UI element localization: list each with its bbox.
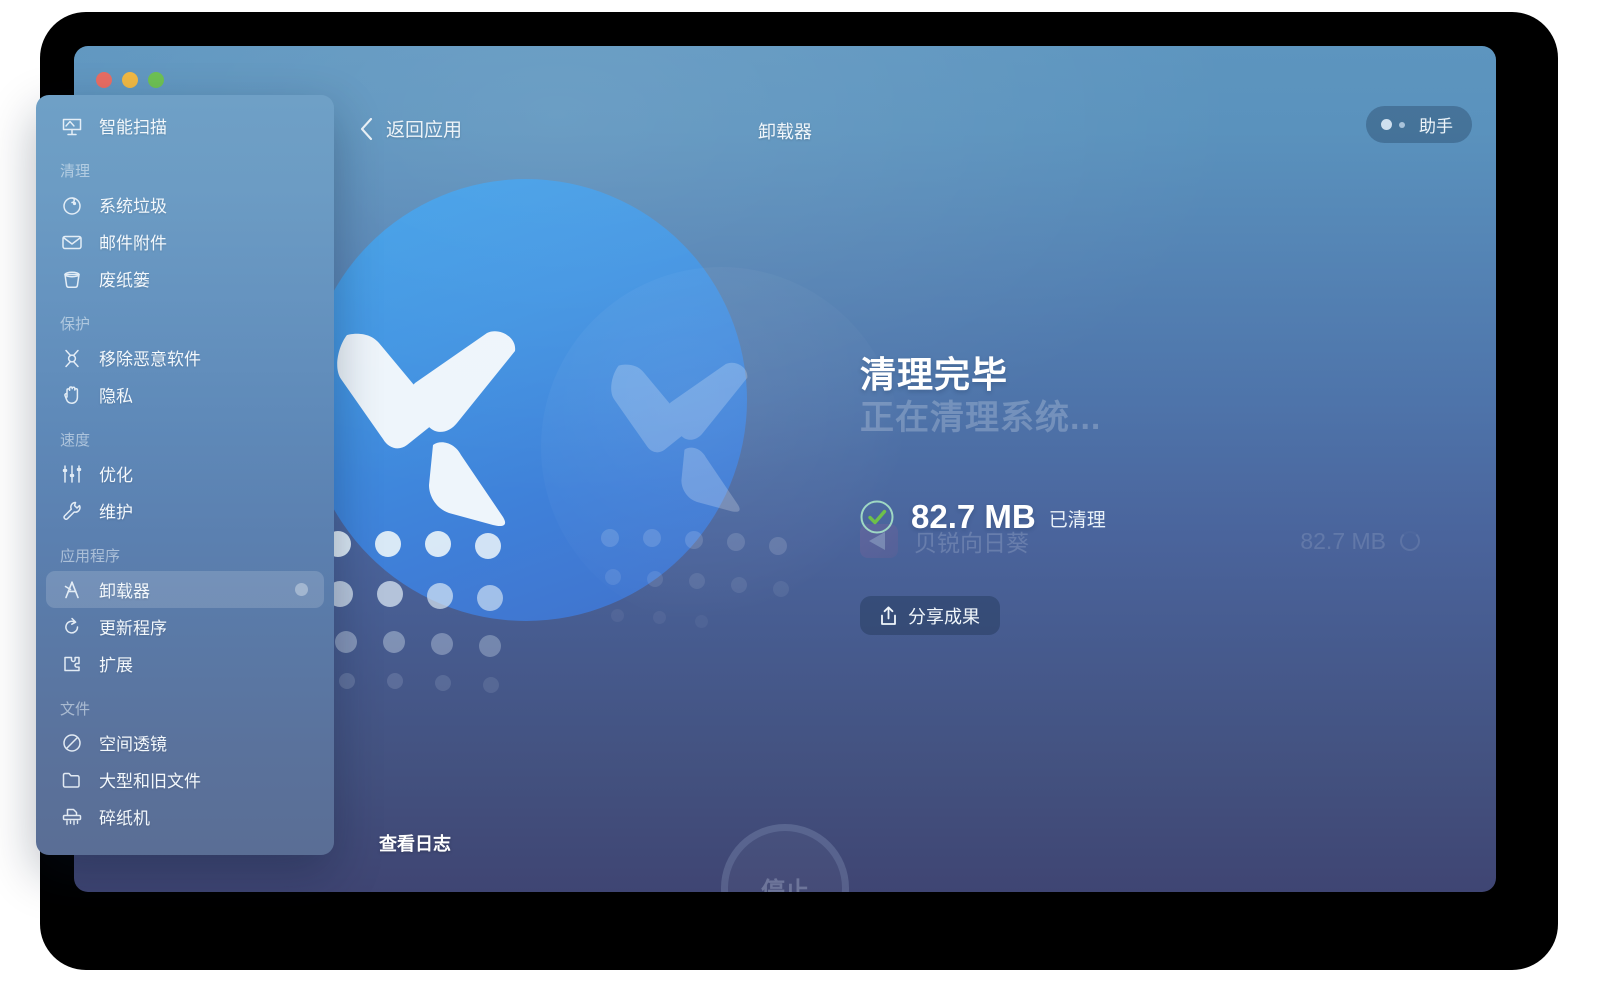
- sidebar-item-label: 移除恶意软件: [99, 350, 201, 369]
- trash-bin-icon: [60, 267, 84, 291]
- extensions-puzzle-icon: [60, 652, 84, 676]
- malware-removal-icon: [60, 346, 84, 370]
- traffic-lights: [96, 72, 164, 88]
- sidebar-item-label: 扩展: [99, 656, 133, 675]
- optimization-sliders-icon: [60, 462, 84, 486]
- sidebar-menu: 智能扫描 清理 系统垃圾 邮件附件 废纸篓 保护 移除恶意软件 隐私 速度 优化…: [36, 95, 334, 855]
- sidebar-item-malware-removal[interactable]: 移除恶意软件: [46, 339, 324, 376]
- updater-icon: [60, 615, 84, 639]
- sidebar-section-title: 清理: [60, 163, 91, 180]
- sidebar-item-privacy[interactable]: 隐私: [46, 376, 324, 413]
- sidebar-item-maintenance[interactable]: 维护: [46, 492, 324, 529]
- sidebar-item-system-junk[interactable]: 系统垃圾: [46, 186, 324, 223]
- logo-dot-grid: [325, 531, 625, 693]
- cleaned-size-label: 已清理: [1048, 510, 1106, 531]
- close-button[interactable]: [96, 72, 112, 88]
- mail-attachments-icon: [60, 230, 84, 254]
- sidebar-item-mail-attachments[interactable]: 邮件附件: [46, 223, 324, 260]
- sidebar-item-space-lens[interactable]: 空间透镜: [46, 724, 324, 761]
- residual-spinner-icon: [1400, 531, 1420, 551]
- shredder-icon: [60, 805, 84, 829]
- sidebar-item-extensions[interactable]: 扩展: [46, 645, 324, 682]
- sidebar-item-trash[interactable]: 废纸篓: [46, 260, 324, 297]
- large-old-files-icon: [60, 768, 84, 792]
- stop-button-label: 停止: [761, 877, 809, 893]
- sidebar-item-label: 维护: [99, 503, 133, 522]
- logo-x-mark: [337, 331, 516, 527]
- ghost-status-text: 正在清理系统...: [860, 399, 1102, 437]
- sidebar-item-label: 卸载器: [99, 582, 150, 601]
- logo-x-mark-ghost: [611, 362, 748, 512]
- sidebar-section-title: 文件: [60, 701, 91, 718]
- assistant-button-label: 助手: [1419, 117, 1453, 136]
- sidebar-item-label: 邮件附件: [99, 234, 167, 253]
- sidebar-section-title: 应用程序: [60, 548, 121, 565]
- zoom-button[interactable]: [148, 72, 164, 88]
- uninstaller-icon: [60, 578, 84, 602]
- sidebar-item-label: 空间透镜: [99, 735, 167, 754]
- share-button-label: 分享成果: [908, 606, 980, 627]
- sidebar-item-large-old-files[interactable]: 大型和旧文件: [46, 761, 324, 798]
- app-logo-ghost: [541, 267, 901, 628]
- cleaned-summary-row: 82.7 MB 已清理: [860, 498, 1106, 536]
- sidebar-item-label: 更新程序: [99, 619, 167, 638]
- sidebar-item-label: 隐私: [99, 387, 133, 406]
- sidebar-section-title: 保护: [60, 316, 91, 333]
- sidebar-item-label: 碎纸机: [99, 809, 150, 828]
- view-log-link[interactable]: 查看日志: [379, 830, 451, 856]
- sidebar-item-label: 废纸篓: [99, 271, 150, 290]
- residual-app-size: 82.7 MB: [1300, 527, 1386, 554]
- logo-ghost-dot-grid: [601, 529, 851, 649]
- stop-button[interactable]: 停止: [721, 824, 849, 892]
- maintenance-wrench-icon: [60, 499, 84, 523]
- sidebar-item-shredder[interactable]: 碎纸机: [46, 798, 324, 835]
- sidebar-section-title: 速度: [60, 432, 91, 449]
- cleaned-size-value: 82.7 MB: [911, 498, 1036, 535]
- smart-scan-icon: [60, 114, 84, 138]
- success-check-icon: [860, 500, 894, 534]
- assistant-button[interactable]: 助手: [1366, 106, 1472, 143]
- cleanup-result-panel: 清理完毕 正在清理系统... 贝锐向日葵 82.7 MB 82.7 MB 已清理…: [860, 346, 1420, 635]
- minimize-button[interactable]: [122, 72, 138, 88]
- sidebar-item-label: 大型和旧文件: [99, 772, 201, 791]
- sidebar-item-label: 优化: [99, 466, 133, 485]
- sidebar-item-label: 系统垃圾: [99, 197, 167, 216]
- sidebar-item-smart-scan[interactable]: 智能扫描: [46, 107, 324, 144]
- sidebar-item-updater[interactable]: 更新程序: [46, 608, 324, 645]
- sidebar-item-label: 智能扫描: [99, 118, 167, 137]
- app-logo-graphic: [305, 179, 747, 693]
- assistant-dot-small-icon: [1399, 121, 1405, 128]
- sidebar-item-uninstaller[interactable]: 卸载器: [46, 571, 324, 608]
- privacy-hand-icon: [60, 383, 84, 407]
- system-junk-icon: [60, 193, 84, 217]
- sidebar-item-badge: [295, 583, 308, 596]
- assistant-dot-large-icon: [1381, 119, 1392, 130]
- share-result-button[interactable]: 分享成果: [860, 596, 1000, 635]
- sidebar-item-optimization[interactable]: 优化: [46, 455, 324, 492]
- logo-circle: [305, 179, 747, 621]
- space-lens-icon: [60, 731, 84, 755]
- share-upload-icon: [881, 606, 896, 625]
